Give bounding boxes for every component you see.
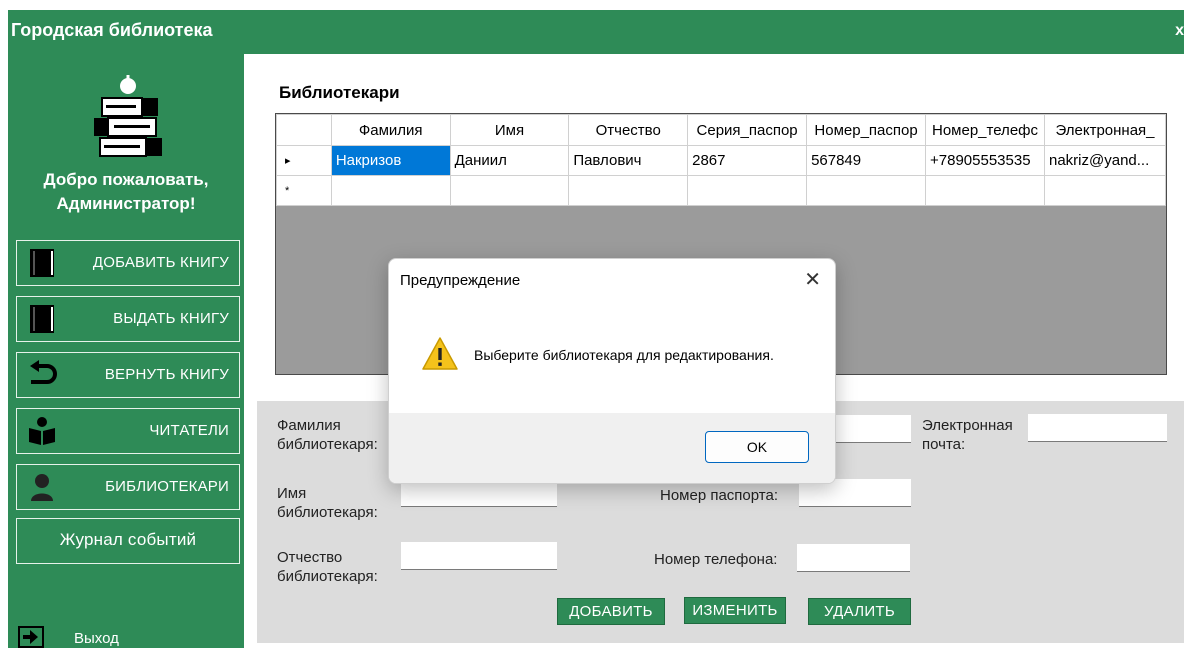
return-book-button[interactable]: ВЕРНУТЬ КНИГУ [16,352,240,398]
sidebar: Добро пожаловать, Администратор! ДОБАВИТ… [8,54,244,648]
welcome-line-2: Администратор! [56,194,196,213]
dialog-close-icon[interactable]: ✕ [804,267,821,292]
issue-book-button[interactable]: ВЫДАТЬ КНИГУ [16,296,240,342]
book-icon [30,249,54,277]
column-header[interactable]: Фамилия [330,114,451,146]
dialog-ok-button[interactable]: OK [705,431,809,463]
welcome-line-1: Добро пожаловать, [43,170,209,189]
delete-button[interactable]: УДАЛИТЬ [808,598,911,625]
add-book-label: ДОБАВИТЬ КНИГУ [92,254,229,271]
table-header-row: Фамилия Имя Отчество Серия_паспор Номер_… [276,114,1166,146]
event-log-button[interactable]: Журнал событий [16,518,240,564]
dialog-title: Предупреждение [400,272,521,289]
close-button[interactable]: x [1175,22,1184,40]
exit-label: Выход [74,630,119,647]
last-name-label: Фамилия библиотекаря: [277,417,378,453]
table-cell[interactable]: Накризов [330,145,451,176]
dialog-message: Выберите библиотекаря для редактирования… [474,347,774,363]
column-header[interactable]: Имя [449,114,570,146]
add-button[interactable]: ДОБАВИТЬ [557,598,665,625]
table-cell[interactable] [568,175,689,206]
table-row[interactable]: ▸ Накризов Даниил Павлович 2867 567849 +… [276,145,1166,176]
table-cell[interactable]: +78905553535 [925,145,1045,176]
librarians-label: БИБЛИОТЕКАРИ [105,478,229,495]
app-title: Городская библиотека [11,20,213,40]
section-title: Библиотекари [279,83,400,102]
column-header[interactable]: Номер_телефс [925,114,1045,146]
phone-input[interactable] [797,544,910,572]
phone-label: Номер телефона: [654,551,778,568]
current-row-indicator[interactable]: ▸ [276,145,332,176]
table-cell[interactable] [1043,175,1166,206]
new-row-indicator[interactable]: * [276,175,332,206]
email-input[interactable] [1028,414,1167,442]
table-cell[interactable]: nakriz@yand... [1043,145,1166,176]
title-bar: Городская библиотека x [8,10,1184,54]
issue-book-label: ВЫДАТЬ КНИГУ [113,310,229,327]
table-cell[interactable] [449,175,570,206]
table-cell[interactable]: 567849 [806,145,927,176]
warning-dialog: Предупреждение ✕ Выберите библиотекаря д… [388,258,836,484]
table-cell[interactable] [687,175,808,206]
new-table-row[interactable]: * [276,175,1166,206]
passport-number-label: Номер паспорта: [660,487,778,504]
event-log-label: Журнал событий [59,530,197,549]
row-header-corner [276,114,332,146]
table-cell[interactable]: 2867 [687,145,808,176]
edit-button[interactable]: ИЗМЕНИТЬ [684,597,786,624]
add-book-button[interactable]: ДОБАВИТЬ КНИГУ [16,240,240,286]
email-label: Электронная почта: [922,417,1013,453]
table-cell[interactable] [330,175,451,206]
return-arrow-icon [30,360,57,384]
user-icon [31,474,53,501]
table-cell[interactable] [806,175,927,206]
table-cell[interactable]: Даниил [449,145,570,176]
column-header[interactable]: Номер_паспор [806,114,927,146]
column-header[interactable]: Серия_паспор [687,114,808,146]
reader-icon [29,417,55,445]
library-logo-icon [94,75,162,157]
warning-icon [422,337,458,370]
librarians-table: Фамилия Имя Отчество Серия_паспор Номер_… [276,114,1166,206]
first-name-label: Имя библиотекаря: [277,485,378,521]
table-cell[interactable] [925,175,1045,206]
exit-icon [18,626,44,648]
patronymic-input[interactable] [401,542,557,570]
column-header[interactable]: Электронная_ [1043,114,1166,146]
book-icon [30,305,54,333]
welcome-message: Добро пожаловать, Администратор! [8,168,244,216]
readers-label: ЧИТАТЕЛИ [149,422,229,439]
return-book-label: ВЕРНУТЬ КНИГУ [104,366,229,383]
table-cell[interactable]: Павлович [568,145,689,176]
column-header[interactable]: Отчество [568,114,689,146]
patronymic-label: Отчество библиотекаря: [277,549,378,585]
dialog-footer: OK [389,413,835,483]
librarians-button[interactable]: БИБЛИОТЕКАРИ [16,464,240,510]
readers-button[interactable]: ЧИТАТЕЛИ [16,408,240,454]
